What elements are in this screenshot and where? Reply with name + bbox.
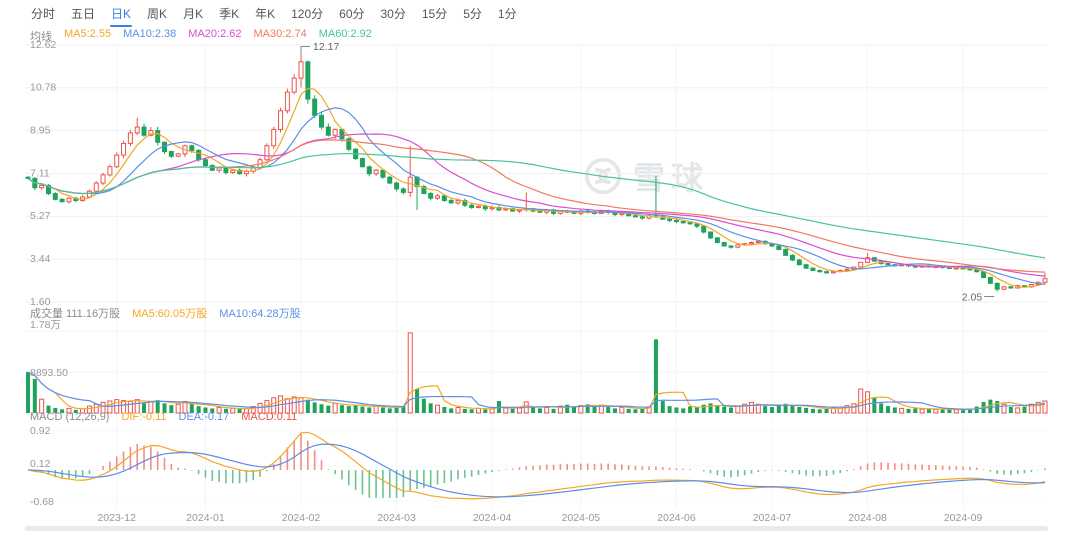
svg-text:-0.68: -0.68 (30, 496, 54, 508)
svg-text:2024-06: 2024-06 (657, 512, 696, 524)
svg-text:5.27: 5.27 (30, 210, 51, 222)
svg-text:2024-03: 2024-03 (377, 512, 416, 524)
period-tab-季K[interactable]: 季K (218, 1, 240, 26)
volume-legend: 成交量 111.16万股 MA5:60.05万股 MA10:64.28万股 (30, 305, 301, 321)
period-tab-年K[interactable]: 年K (254, 1, 276, 26)
svg-text:2024-01: 2024-01 (186, 512, 225, 524)
svg-text:2024-09: 2024-09 (944, 512, 983, 524)
period-tab-30分[interactable]: 30分 (380, 1, 407, 26)
grid-layer (25, 45, 1048, 508)
ma-lines-layer (28, 88, 1045, 287)
svg-text:0.92: 0.92 (30, 425, 51, 437)
period-tab-1分[interactable]: 1分 (497, 1, 518, 26)
ma-legend-title: 均线 (30, 28, 52, 44)
svg-text:8.95: 8.95 (30, 124, 51, 136)
svg-text:2024-02: 2024-02 (282, 512, 321, 524)
volume-legend-item: MA5:60.05万股 (132, 305, 207, 321)
period-tab-周K[interactable]: 周K (146, 1, 168, 26)
macd-legend-title: MACD (12,26,9) (30, 411, 109, 423)
svg-text:2024-04: 2024-04 (473, 512, 512, 524)
period-tab-120分[interactable]: 120分 (290, 1, 324, 26)
svg-text:0.12: 0.12 (30, 458, 51, 470)
ma-legend-item: MA10:2.38 (123, 28, 176, 44)
svg-text:7.11: 7.11 (30, 167, 50, 179)
volume-legend-title: 成交量 111.16万股 (30, 305, 120, 321)
stock-chart-app: 雪球 12.6210.788.957.115.273.441.601.78万88… (0, 0, 1080, 533)
ma-legend-item: MA30:2.74 (254, 28, 307, 44)
volume-layer (26, 333, 1047, 413)
axis-labels-layer: 12.6210.788.957.115.273.441.601.78万8893.… (30, 39, 983, 524)
svg-text:2024-08: 2024-08 (848, 512, 887, 524)
svg-text:2024-07: 2024-07 (753, 512, 792, 524)
period-tab-日K[interactable]: 日K (110, 1, 132, 26)
period-tab-月K[interactable]: 月K (182, 1, 204, 26)
svg-text:2023-12: 2023-12 (97, 512, 136, 524)
ma-legend-item: MA60:2.92 (319, 28, 372, 44)
ma-legend-item: MA5:2.55 (64, 28, 111, 44)
period-tab-五日[interactable]: 五日 (70, 1, 96, 26)
period-tab-分时[interactable]: 分时 (30, 1, 56, 26)
low-annotation: 2.05 (962, 292, 983, 304)
svg-text:8893.50: 8893.50 (30, 367, 68, 379)
macd-legend: MACD (12,26,9) DIF:-0.11 DEA:-0.17 MACD:0.1… (30, 411, 297, 423)
svg-text:2024-05: 2024-05 (562, 512, 601, 524)
svg-text:10.78: 10.78 (30, 82, 56, 94)
macd-legend-item: MACD:0.11 (241, 411, 297, 423)
macd-legend-item: DEA:-0.17 (179, 411, 230, 423)
period-tab-15分[interactable]: 15分 (421, 1, 448, 26)
chart-canvas[interactable]: 12.6210.788.957.115.273.441.601.78万8893.… (0, 0, 1080, 533)
svg-text:3.44: 3.44 (30, 253, 51, 265)
ma-legend-item: MA20:2.62 (188, 28, 241, 44)
period-toolbar: 分时五日日K 周K 月K 季K 年K 120分 60分 30分 15分 5分 1分 (30, 0, 518, 26)
macd-legend-item: DIF:-0.11 (121, 411, 166, 423)
volume-legend-item: MA10:64.28万股 (219, 305, 300, 321)
period-tab-5分[interactable]: 5分 (462, 1, 483, 26)
ma-legend: 均线 MA5:2.55 MA10:2.38 MA20:2.62 MA30:2.74 MA6… (30, 28, 372, 44)
timeline-scrollbar[interactable] (25, 526, 1048, 531)
period-tab-60分[interactable]: 60分 (338, 1, 365, 26)
